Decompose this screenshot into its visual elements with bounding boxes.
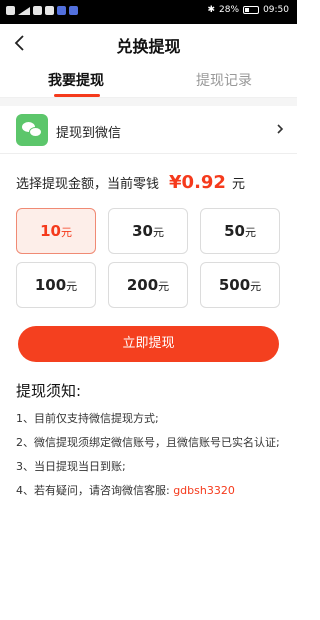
amount-option-30[interactable]: 30元 <box>108 208 188 254</box>
customer-service-id: gdbsh3320 <box>173 484 235 497</box>
option-value: 100 <box>34 276 67 294</box>
option-unit: 元 <box>158 280 170 293</box>
notice-item-text: 4、若有疑问，请咨询微信客服: <box>16 484 174 497</box>
withdraw-notice: 提现须知: 1、目前仅支持微信提现方式; 2、微信提现须绑定微信账号，且微信账号… <box>16 380 284 505</box>
battery-icon <box>243 6 260 14</box>
notice-item: 3、当日提现当日到账; <box>16 460 126 473</box>
amount-option-50[interactable]: 50元 <box>200 208 280 254</box>
option-unit: 元 <box>66 280 78 293</box>
status-icons-right: ✱ 28% 09:50 <box>208 5 290 15</box>
amount-option-200[interactable]: 200元 <box>108 262 188 308</box>
option-value: 200 <box>126 276 159 294</box>
page-title: 兑换提现 <box>116 37 181 56</box>
withdraw-method-label: 提现到微信 <box>56 126 122 141</box>
notice-item: 2、微信提现须绑定微信账号，且微信账号已实名认证; <box>16 436 280 449</box>
withdraw-method-row[interactable]: 提现到微信 <box>0 108 297 154</box>
balance-unit: 元 <box>231 177 245 192</box>
option-value: 10 <box>40 222 61 240</box>
app-notification-icon-2 <box>69 6 78 15</box>
amount-option-100[interactable]: 100元 <box>16 262 96 308</box>
chevron-right-icon <box>277 124 284 134</box>
withdraw-now-button[interactable]: 立即提现 <box>18 326 279 362</box>
bluetooth-icon: ✱ <box>207 5 216 15</box>
wechat-icon <box>16 114 48 146</box>
notice-item-contact: 4、若有疑问，请咨询微信客服: gdbsh3320 <box>16 481 284 501</box>
balance-value: ¥0.92 <box>169 172 226 193</box>
amount-option-500[interactable]: 500元 <box>200 262 280 308</box>
tab-records[interactable]: 提现记录 <box>196 70 252 90</box>
amount-option-10[interactable]: 10元 <box>16 208 96 254</box>
option-unit: 元 <box>152 226 164 239</box>
notice-title: 提现须知: <box>16 382 82 400</box>
eye-icon <box>45 6 54 15</box>
status-bar: ✱ 28% 09:50 <box>0 0 297 24</box>
status-icons-left <box>6 6 78 15</box>
signal-icon <box>18 6 30 15</box>
amount-line: 选择提现金额，当前零钱 ¥0.92 元 <box>16 172 245 193</box>
option-unit: 元 <box>250 280 262 293</box>
section-divider <box>0 98 297 106</box>
tab-bar: 我要提现 提现记录 <box>0 62 297 98</box>
hd-icon <box>6 6 15 15</box>
clock: 09:50 <box>263 5 289 15</box>
top-bar: 兑换提现 <box>0 24 297 62</box>
option-value: 500 <box>218 276 251 294</box>
active-tab-indicator <box>54 94 100 97</box>
wifi-icon <box>33 6 42 15</box>
app-notification-icon <box>57 6 66 15</box>
option-value: 50 <box>224 222 245 240</box>
amount-prompt: 选择提现金额，当前零钱 <box>16 177 160 192</box>
option-unit: 元 <box>244 226 256 239</box>
battery-percent: 28% <box>219 5 240 15</box>
notice-item: 1、目前仅支持微信提现方式; <box>16 412 159 425</box>
option-unit: 元 <box>60 226 72 239</box>
tab-withdraw[interactable]: 我要提现 <box>48 70 104 90</box>
option-value: 30 <box>132 222 153 240</box>
